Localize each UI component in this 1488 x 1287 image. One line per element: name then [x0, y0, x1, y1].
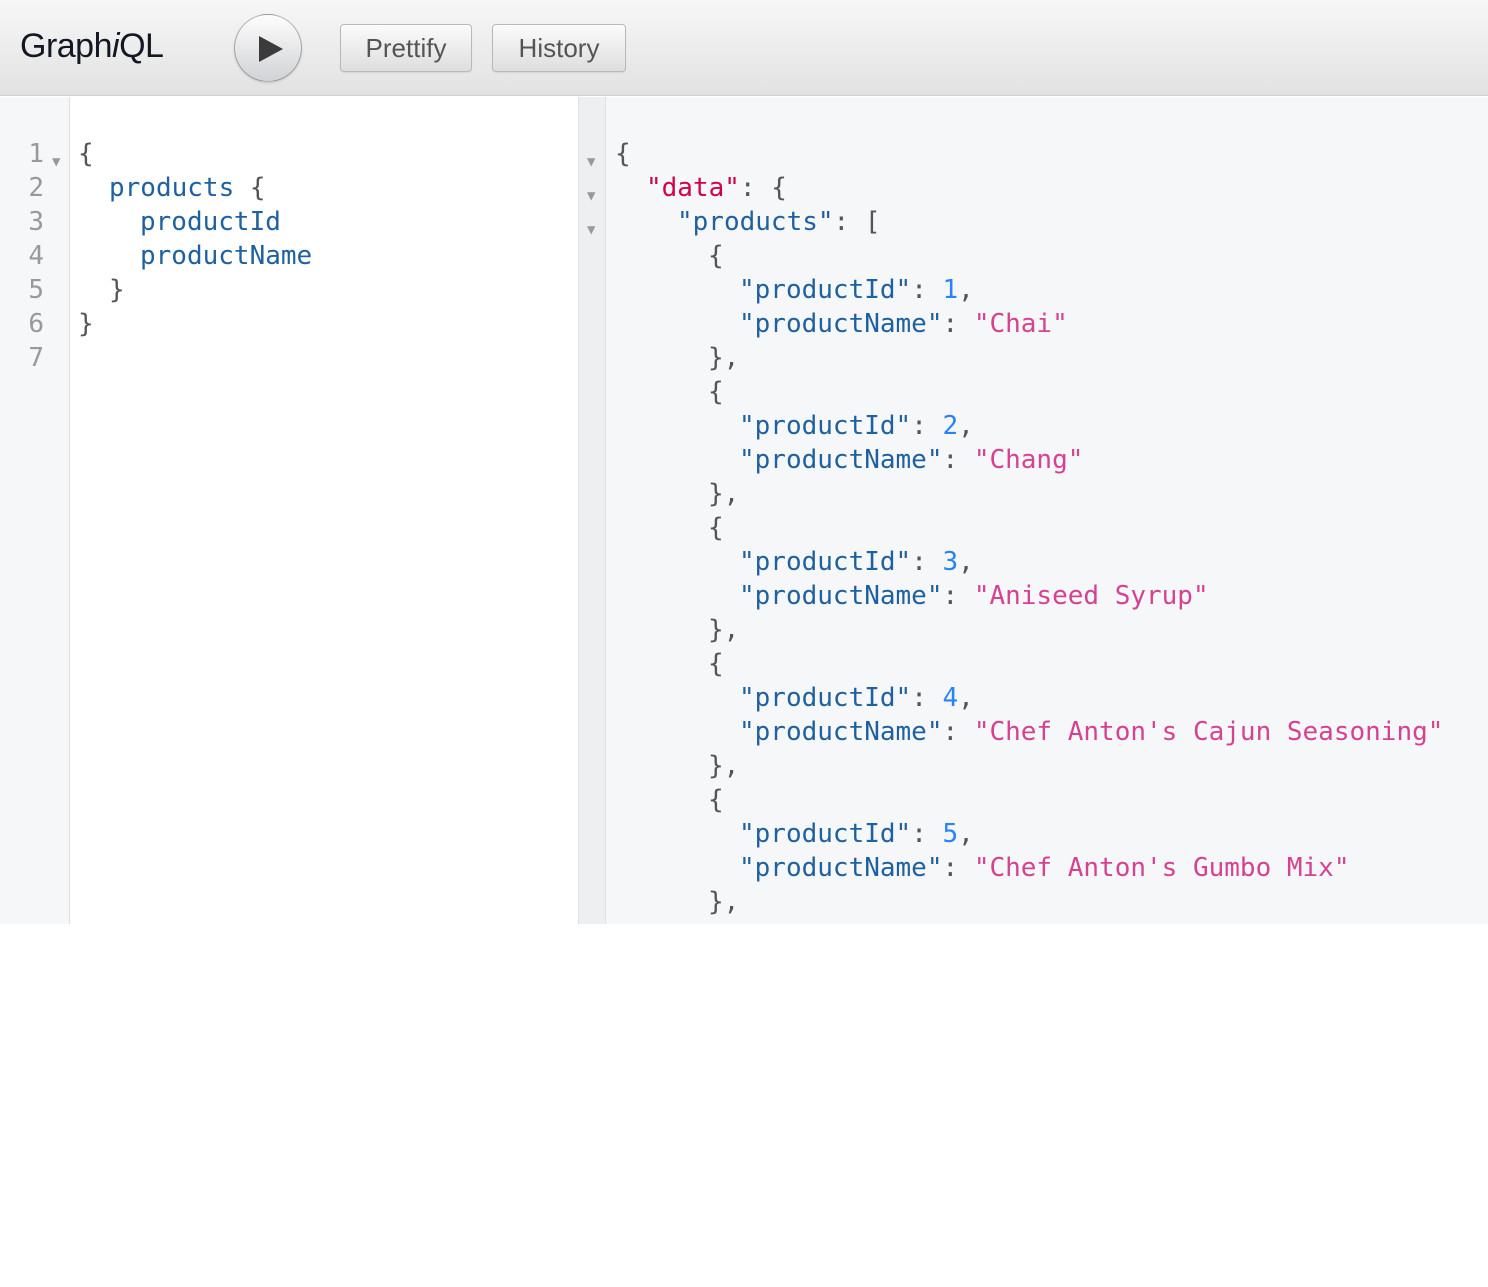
product-id-value: 5: [942, 819, 959, 849]
product-id-value: 2: [942, 411, 959, 441]
result-product-id-line: "productId": 1,: [739, 275, 974, 305]
result-product-id-line: "productId": 5,: [739, 819, 974, 849]
result-data-line: "data": {: [646, 173, 787, 203]
result-product-name-line: "productName": "Aniseed Syrup": [739, 581, 1209, 611]
line-number: 5: [28, 275, 44, 305]
query-open-brace: {: [249, 173, 266, 203]
product-name-value: "Chef Anton's Cajun Seasoning": [973, 717, 1444, 747]
query-field-productname: productName: [140, 241, 313, 271]
result-product-name-line: "productName": "Chef Anton's Cajun Seaso…: [739, 717, 1444, 747]
result-open-brace: {: [615, 139, 631, 169]
query-close-brace: }: [109, 275, 125, 305]
logo-prefix: Graph: [20, 27, 113, 65]
toolbar: GraphiQL Prettify History: [0, 0, 1488, 96]
result-products-key: "products": [677, 207, 834, 237]
fold-arrow-icon[interactable]: ▼: [587, 213, 595, 247]
result-product-id-line: "productId": 4,: [739, 683, 974, 713]
result-product-name-line: "productName": "Chai": [739, 309, 1068, 339]
query-products-line: products {: [109, 171, 266, 205]
query-field-productid: productId: [140, 207, 281, 237]
line-number: 7: [28, 343, 44, 373]
product-name-value: "Chang": [973, 445, 1084, 475]
line-number: 3: [28, 207, 44, 237]
product-id-value: 1: [942, 275, 959, 305]
play-icon: [259, 36, 283, 62]
query-field-products: products: [109, 173, 235, 203]
product-id-value: 3: [942, 547, 959, 577]
product-id-value: 4: [942, 683, 959, 713]
product-name-value: "Chai": [973, 309, 1068, 339]
line-number: 4: [28, 241, 44, 271]
logo-italic: i: [112, 27, 120, 65]
fold-arrow-icon[interactable]: ▼: [52, 145, 60, 179]
result-products-line: "products": [: [677, 207, 881, 237]
history-button[interactable]: History: [492, 24, 626, 72]
pane-divider[interactable]: ▼ ▼ ▼: [578, 97, 606, 924]
execute-query-button[interactable]: [234, 14, 302, 82]
prettify-button[interactable]: Prettify: [340, 24, 472, 72]
fold-arrow-icon[interactable]: ▼: [587, 179, 595, 213]
query-editor[interactable]: 1 2 3 4 5 6 7 ▼ { products { productId p…: [0, 97, 578, 924]
result-data-key: "data": [646, 173, 740, 203]
result-product-id-line: "productId": 3,: [739, 547, 974, 577]
query-close-brace: }: [78, 309, 94, 339]
result-viewer: { "data": { "products": [ { "productId":…: [606, 97, 1488, 924]
result-product-name-line: "productName": "Chef Anton's Gumbo Mix": [739, 853, 1350, 883]
result-product-id-line: "productId": 2,: [739, 411, 974, 441]
fold-arrow-icon[interactable]: ▼: [587, 145, 595, 179]
query-open-brace: {: [78, 139, 94, 169]
graphiql-logo: GraphiQL: [20, 26, 164, 66]
logo-suffix: QL: [119, 27, 164, 65]
line-number: 2: [28, 173, 44, 203]
line-number: 6: [28, 309, 44, 339]
line-number: 1: [28, 139, 44, 169]
result-product-name-line: "productName": "Chang": [739, 445, 1084, 475]
product-name-value: "Aniseed Syrup": [973, 581, 1209, 611]
product-name-value: "Chef Anton's Gumbo Mix": [973, 853, 1350, 883]
